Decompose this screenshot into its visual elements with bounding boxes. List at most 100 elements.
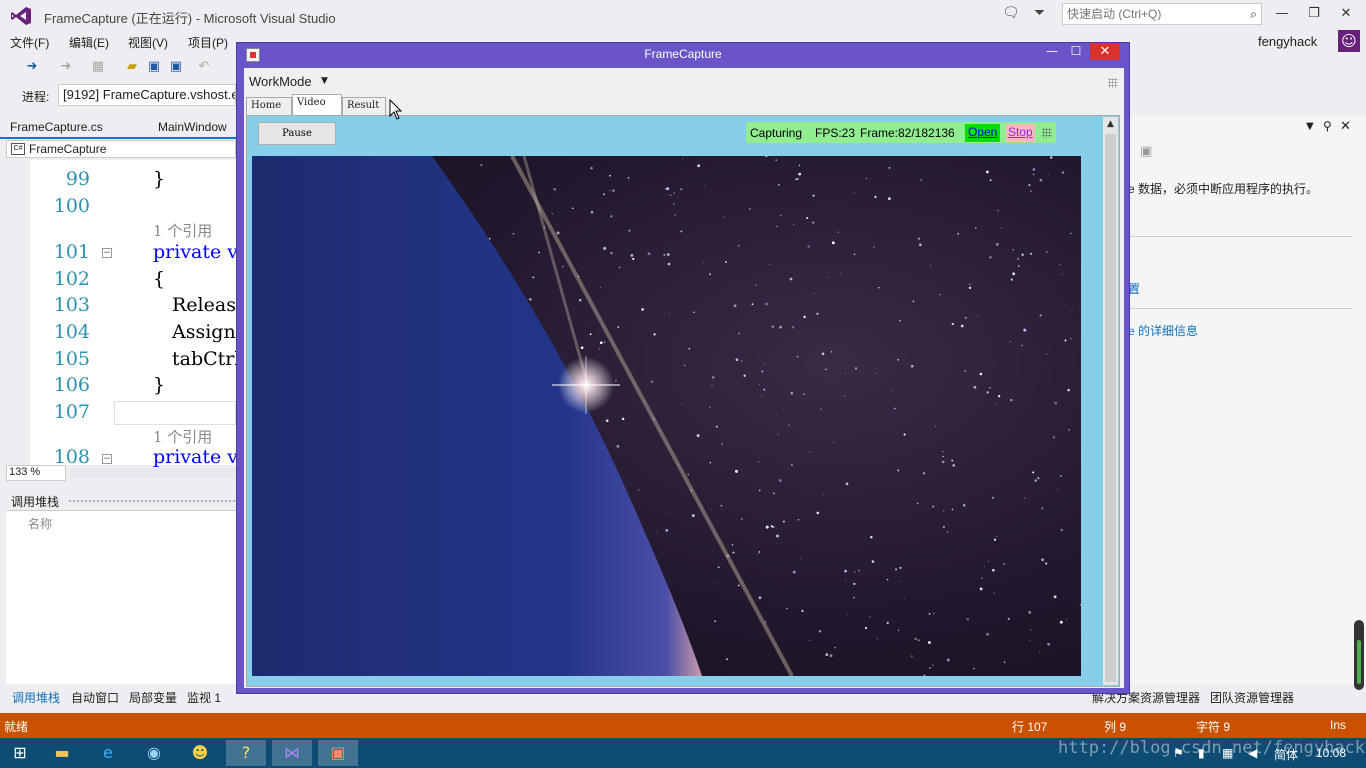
- tab-autos[interactable]: 自动窗口: [71, 689, 119, 706]
- star: [1034, 479, 1037, 482]
- internet-explorer-icon[interactable]: e: [88, 740, 128, 766]
- star: [769, 263, 771, 265]
- tray-ime[interactable]: 简体: [1274, 746, 1298, 763]
- callstack-column-name[interactable]: 名称: [28, 515, 52, 532]
- tray-battery-icon[interactable]: ▮: [1198, 746, 1205, 760]
- tab-call-stack[interactable]: 调用堆栈: [12, 689, 60, 706]
- browser-icon[interactable]: ◉: [134, 740, 174, 766]
- back-icon[interactable]: ➜: [24, 59, 40, 75]
- file-explorer-icon[interactable]: ▬: [42, 740, 82, 766]
- code-line[interactable]: Assign: [172, 321, 236, 343]
- navigation-bar[interactable]: C# FrameCapture: [6, 140, 236, 158]
- new-project-icon[interactable]: ▦: [90, 59, 106, 75]
- workmode-menu[interactable]: WorkMode: [249, 74, 312, 89]
- windows-start-icon[interactable]: ⊞: [0, 740, 40, 766]
- menu-project[interactable]: 项目(P): [188, 34, 228, 51]
- star: [556, 231, 560, 235]
- tab-result[interactable]: Result: [342, 97, 386, 115]
- menu-view[interactable]: 视图(V): [128, 34, 168, 51]
- star: [854, 367, 858, 370]
- tray-network-icon[interactable]: ▦: [1222, 746, 1233, 760]
- star: [737, 584, 740, 587]
- star: [963, 504, 966, 507]
- callstack-panel[interactable]: [6, 510, 236, 684]
- save-icon[interactable]: ▣: [146, 59, 162, 75]
- qq-icon[interactable]: ☻: [180, 740, 220, 766]
- menu-file[interactable]: 文件(F): [10, 34, 49, 51]
- star: [1032, 173, 1035, 176]
- save-icon[interactable]: ▣: [1140, 144, 1152, 159]
- star: [653, 333, 656, 336]
- panel-drag-grip[interactable]: [68, 499, 236, 503]
- doc-tab-framecapture-cs[interactable]: FrameCapture.cs: [10, 120, 103, 134]
- collapse-outline-icon[interactable]: −: [102, 248, 112, 258]
- quick-launch-box[interactable]: ⌕: [1062, 3, 1262, 25]
- zoom-level-dropdown[interactable]: 133 %: [6, 465, 66, 481]
- pin-icon[interactable]: ⚲: [1323, 119, 1332, 133]
- filter-icon[interactable]: ⏷: [1034, 5, 1045, 21]
- resize-grip-icon[interactable]: [1108, 78, 1118, 88]
- menu-edit[interactable]: 编辑(E): [69, 34, 109, 51]
- collapse-outline-icon[interactable]: −: [102, 454, 112, 464]
- tray-flag-icon[interactable]: ⚑: [1173, 746, 1184, 760]
- doc-tab-mainwindow[interactable]: MainWindow: [158, 120, 227, 134]
- star: [1010, 278, 1013, 281]
- open-link[interactable]: Open: [965, 124, 1001, 142]
- code-line[interactable]: }: [153, 374, 165, 396]
- scrollbar-thumb[interactable]: [1105, 134, 1116, 682]
- forward-icon[interactable]: ➜: [58, 59, 74, 75]
- dropdown-icon[interactable]: ▼: [1306, 121, 1314, 132]
- code-lens-references[interactable]: 1 个引用: [153, 426, 212, 447]
- code-line[interactable]: tabCtrl: [172, 348, 240, 370]
- tray-clock[interactable]: 10:08: [1316, 746, 1346, 760]
- star: [820, 408, 822, 410]
- chevron-down-icon[interactable]: ▼: [321, 76, 328, 86]
- star: [802, 393, 805, 396]
- code-line[interactable]: private v: [153, 446, 238, 468]
- panel-close-icon[interactable]: ✕: [1340, 119, 1351, 134]
- user-avatar[interactable]: ☺: [1338, 30, 1360, 52]
- scroll-up-icon[interactable]: ▲: [1103, 117, 1118, 132]
- tab-video[interactable]: Video: [292, 94, 342, 116]
- star: [711, 384, 713, 386]
- framecapture-taskbar-icon[interactable]: ▣: [318, 740, 358, 766]
- minimize-icon[interactable]: —: [1270, 6, 1294, 24]
- tab-locals[interactable]: 局部变量: [129, 689, 177, 706]
- save-all-icon[interactable]: ▣: [168, 59, 184, 75]
- tray-volume-icon[interactable]: ◀: [1248, 746, 1257, 760]
- search-icon[interactable]: ⌕: [1250, 7, 1257, 22]
- restore-icon[interactable]: ❐: [1302, 6, 1326, 24]
- right-tool-panel[interactable]: [1128, 116, 1366, 684]
- star: [829, 654, 833, 658]
- fc-minimize-icon[interactable]: —: [1042, 44, 1062, 62]
- code-line[interactable]: {: [153, 268, 165, 290]
- help-app-icon[interactable]: ?: [226, 740, 266, 766]
- stop-link[interactable]: Stop: [1006, 124, 1035, 142]
- quick-launch-input[interactable]: [1063, 4, 1239, 24]
- star: [914, 637, 917, 641]
- tab-watch-1[interactable]: 监视 1: [187, 689, 221, 706]
- star: [986, 391, 989, 394]
- code-line[interactable]: private v: [153, 241, 238, 263]
- undo-icon[interactable]: ↶: [196, 59, 212, 75]
- strip-grip-icon[interactable]: [1042, 128, 1052, 138]
- code-lens-references[interactable]: 1 个引用: [153, 220, 212, 241]
- right-panel-link[interactable]: e 的详细信息: [1128, 322, 1198, 339]
- tab-team-explorer[interactable]: 团队资源管理器: [1210, 689, 1294, 706]
- pause-button[interactable]: Pause: [258, 122, 336, 145]
- visual-studio-taskbar-icon[interactable]: ⋈: [272, 740, 312, 766]
- fc-maximize-icon[interactable]: ☐: [1066, 44, 1086, 62]
- star: [853, 253, 856, 255]
- status-ready: 就绪: [4, 720, 29, 734]
- tab-home[interactable]: Home: [246, 97, 292, 115]
- star: [691, 514, 695, 518]
- fc-close-icon[interactable]: ✕: [1090, 43, 1120, 60]
- process-dropdown[interactable]: [9192] FrameCapture.vshost.exe: [58, 84, 236, 106]
- video-frame[interactable]: [252, 156, 1081, 676]
- editor-horizontal-scrollbar[interactable]: [70, 468, 236, 478]
- notification-icon[interactable]: 🗨: [1002, 5, 1020, 21]
- code-line[interactable]: }: [153, 168, 165, 190]
- user-name[interactable]: fengyhack: [1258, 34, 1317, 49]
- open-file-icon[interactable]: ▰: [124, 59, 140, 75]
- close-icon[interactable]: ✕: [1334, 6, 1358, 24]
